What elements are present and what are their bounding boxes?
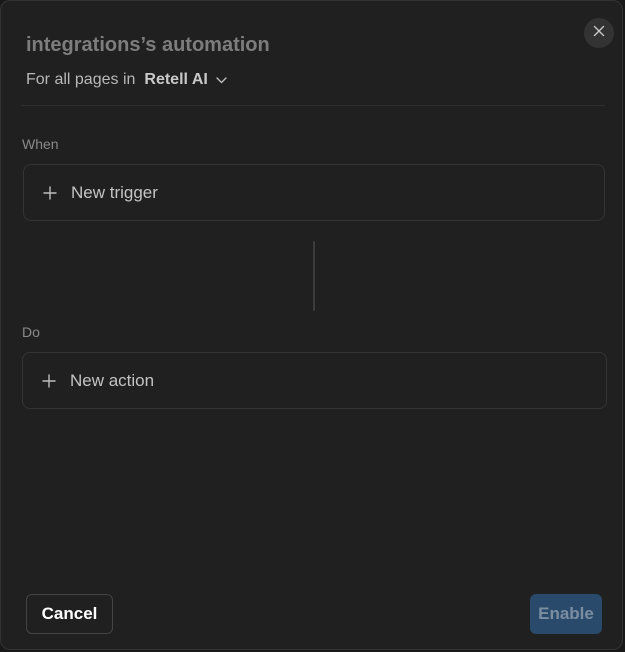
chevron-down-icon (216, 76, 227, 84)
new-action-label: New action (70, 370, 155, 390)
do-label: Do (22, 324, 40, 340)
when-label: When (22, 136, 59, 152)
flow-connector (313, 241, 315, 311)
scope-selected-value: Retell AI (144, 71, 208, 88)
new-trigger-label: New trigger (71, 182, 158, 202)
new-trigger-button[interactable]: New trigger (23, 164, 605, 221)
plus-icon (42, 373, 56, 388)
new-action-button[interactable]: New action (22, 352, 607, 409)
automation-dialog: integrations’s automation For all pages … (0, 0, 623, 650)
cancel-button[interactable]: Cancel (26, 594, 113, 634)
scope-prefix: For all pages in (26, 71, 136, 88)
header-divider (21, 105, 605, 106)
dialog-title: integrations’s automation (26, 34, 270, 56)
scope-row: For all pages in Retell AI (26, 69, 227, 91)
close-icon (593, 24, 605, 42)
plus-icon (43, 185, 57, 200)
enable-button[interactable]: Enable (530, 594, 602, 634)
scope-select[interactable]: Retell AI (144, 69, 227, 91)
close-button[interactable] (584, 18, 614, 48)
